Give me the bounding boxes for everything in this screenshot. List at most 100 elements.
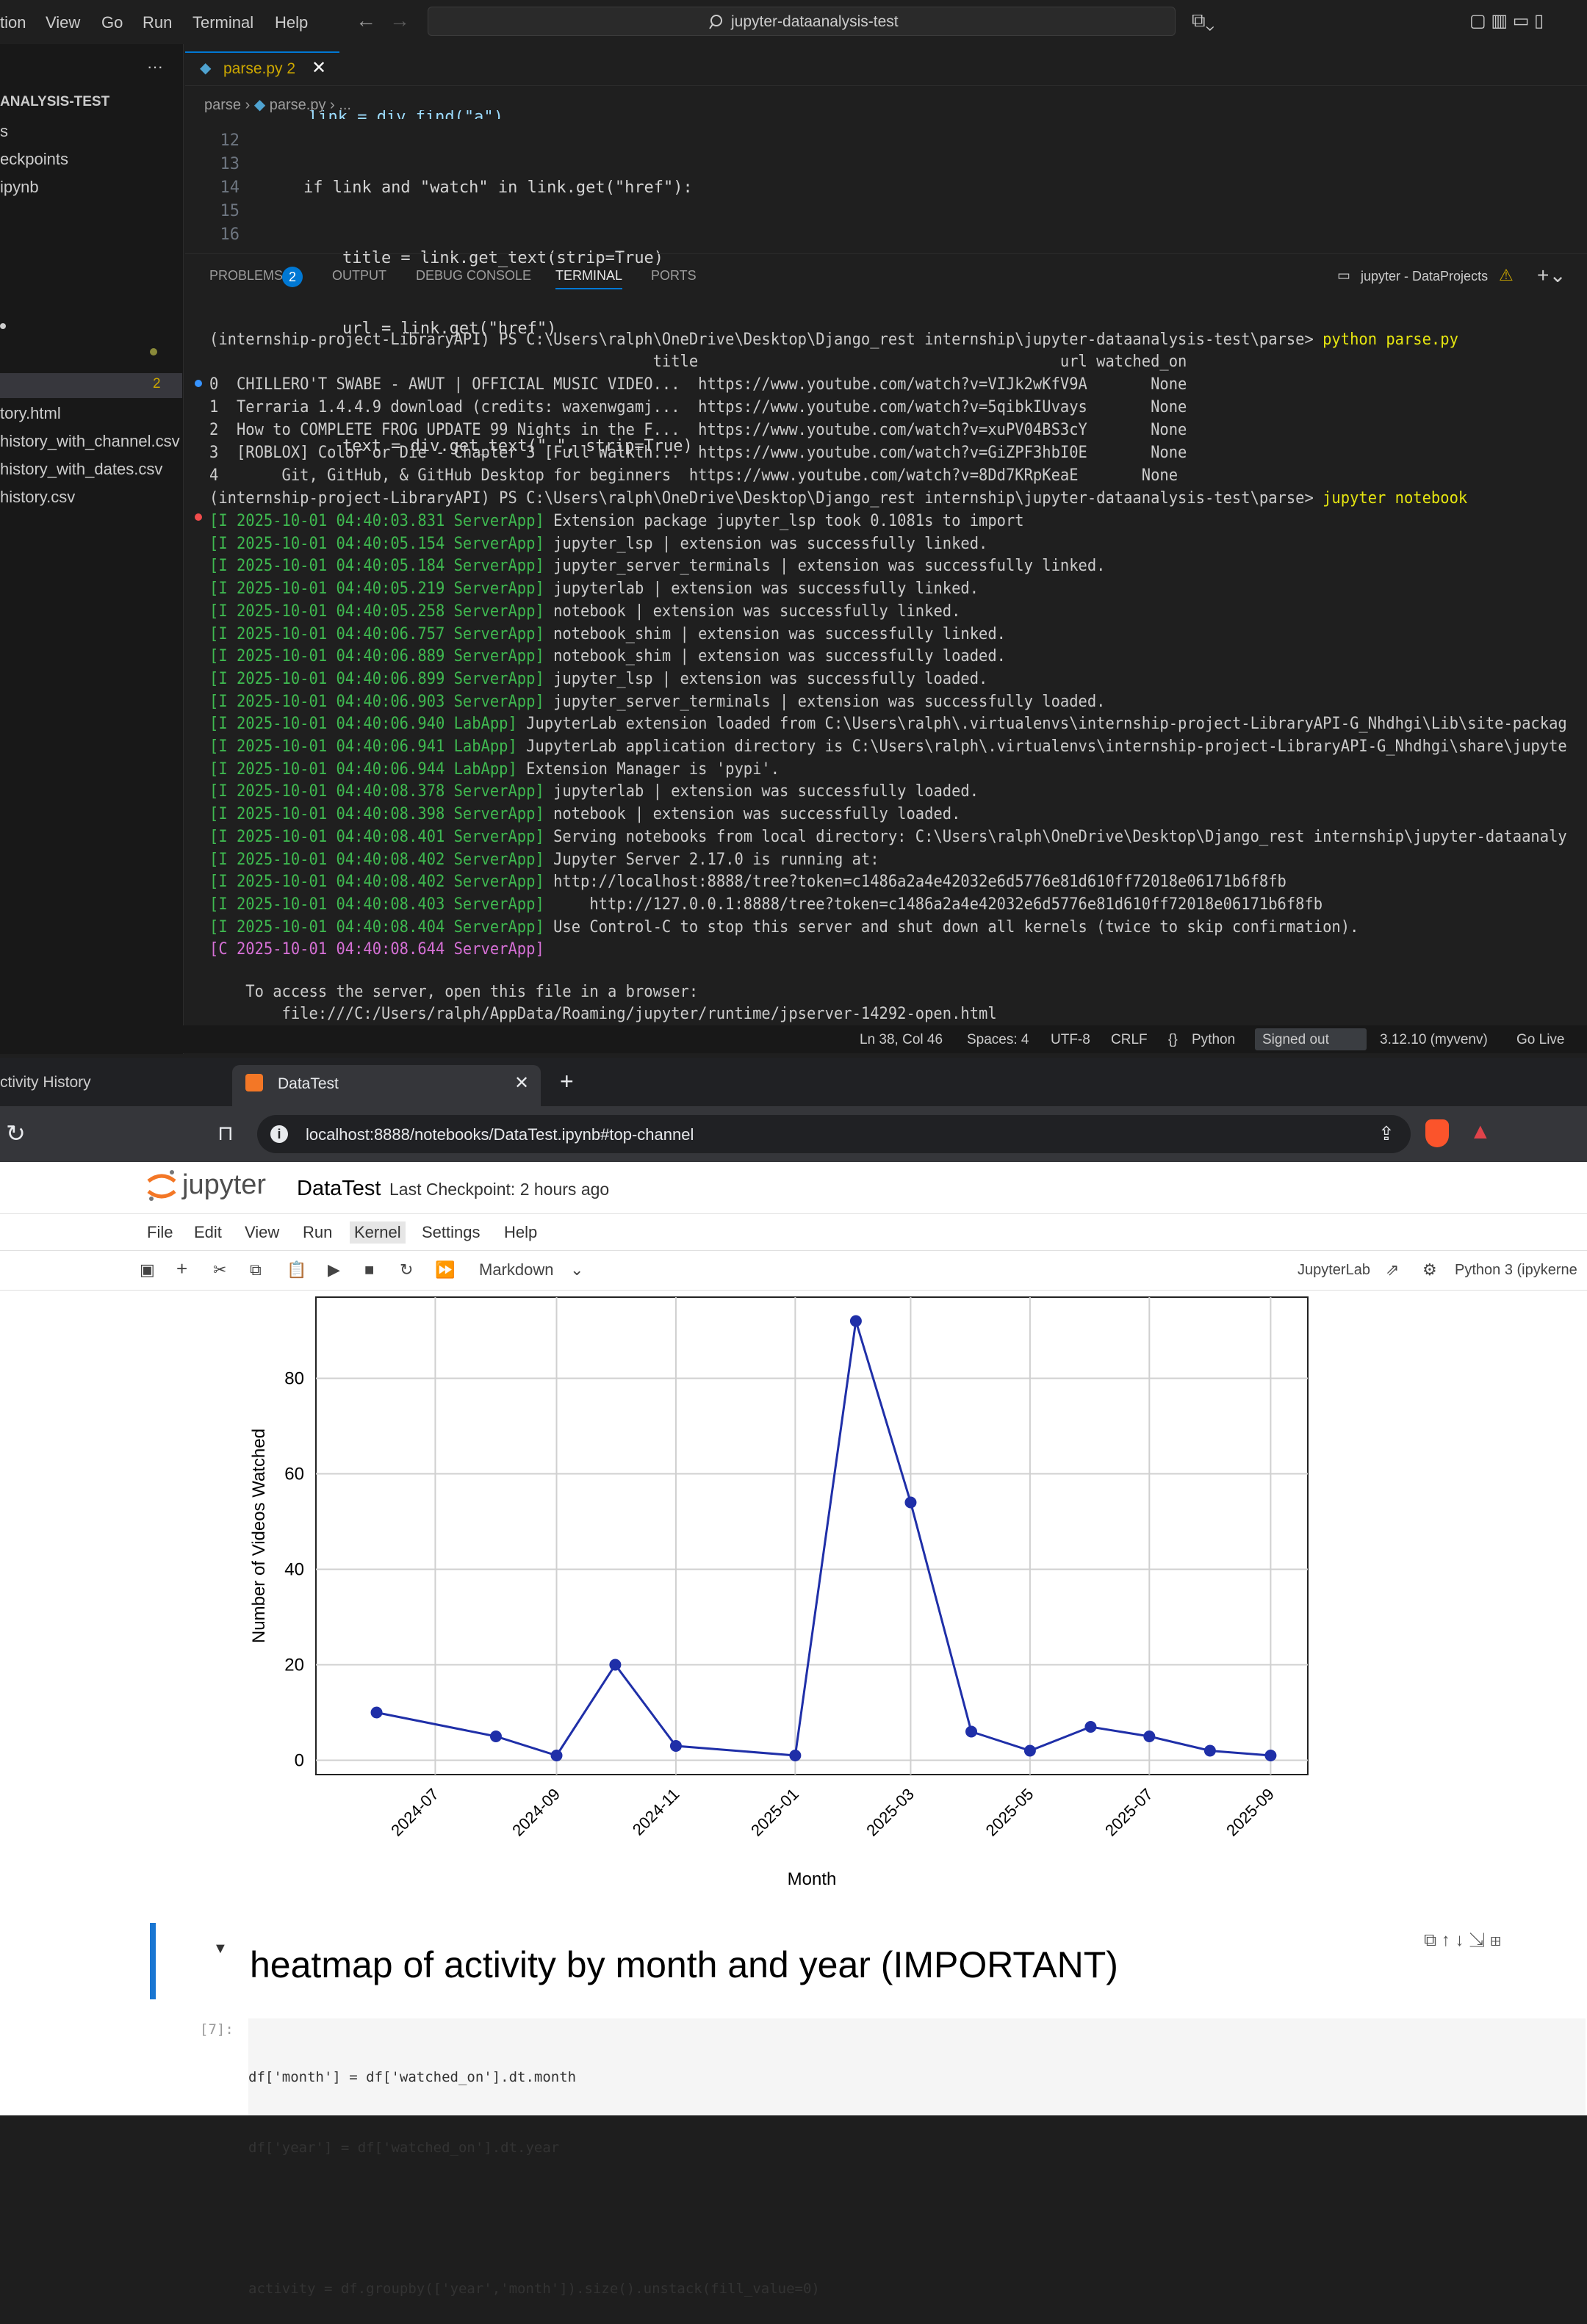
new-terminal-icon[interactable]: +⌄ bbox=[1537, 263, 1566, 287]
copilot-icon[interactable]: ⧉⌄ bbox=[1192, 9, 1214, 32]
insert-cell-icon[interactable]: + bbox=[176, 1257, 187, 1280]
jmenu-run[interactable]: Run bbox=[303, 1223, 332, 1242]
jmenu-edit[interactable]: Edit bbox=[194, 1223, 222, 1242]
plot-frame bbox=[315, 1296, 1309, 1775]
new-tab-icon[interactable]: + bbox=[560, 1068, 574, 1095]
cut-icon[interactable]: ✂ bbox=[213, 1260, 226, 1280]
explorer-item[interactable]: tory.html bbox=[0, 404, 61, 423]
stop-icon[interactable]: ■ bbox=[364, 1260, 374, 1280]
browser-tab-label[interactable]: ctivity History bbox=[0, 1074, 91, 1091]
log-message: Extension Manager is 'pypi'. bbox=[517, 759, 780, 779]
log-message: jupyterlab | extension was successfully … bbox=[544, 580, 979, 599]
tab-problems[interactable]: PROBLEMS bbox=[209, 268, 283, 284]
kernel-name[interactable]: Python 3 (ipykerne bbox=[1455, 1262, 1577, 1279]
status-language[interactable]: Python bbox=[1192, 1032, 1235, 1048]
jupyterlab-link[interactable]: JupyterLab bbox=[1298, 1262, 1370, 1279]
python-file-icon: ◆ bbox=[200, 60, 212, 76]
external-link-icon[interactable]: ⇗ bbox=[1386, 1260, 1399, 1280]
signed-out-badge[interactable]: Signed out bbox=[1255, 1028, 1367, 1050]
status-go-live[interactable]: Go Live bbox=[1516, 1032, 1564, 1048]
notebook-title[interactable]: DataTest bbox=[297, 1177, 381, 1201]
df-row: 1 Terraria 1.4.4.9 download (credits: wa… bbox=[209, 398, 1187, 416]
jmenu-kernel[interactable]: Kernel bbox=[350, 1221, 406, 1244]
brave-shield-icon[interactable] bbox=[1425, 1119, 1449, 1147]
fast-forward-icon[interactable]: ⏩ bbox=[435, 1260, 455, 1280]
jmenu-help[interactable]: Help bbox=[504, 1223, 537, 1242]
save-icon[interactable]: ▣ bbox=[140, 1260, 155, 1280]
menu-terminal[interactable]: Terminal bbox=[192, 13, 253, 32]
data-point bbox=[550, 1750, 563, 1761]
explorer-item[interactable]: eckpoints bbox=[0, 150, 68, 169]
explorer-item[interactable]: history.csv bbox=[0, 488, 75, 507]
log-prefix: [I 2025-10-01 04:40:08.403 ServerApp] bbox=[209, 895, 544, 914]
forward-arrow-icon[interactable]: → bbox=[389, 9, 410, 32]
jmenu-file[interactable]: File bbox=[147, 1223, 173, 1242]
code-cell[interactable]: df['month'] = df['watched_on'].dt.month … bbox=[248, 2018, 1586, 2297]
menu-view[interactable]: View bbox=[46, 13, 80, 32]
menu-go[interactable]: Go bbox=[101, 13, 123, 32]
close-icon[interactable]: ✕ bbox=[312, 57, 326, 79]
log-line: [I 2025-10-01 04:40:06.757 ServerApp] no… bbox=[209, 624, 1006, 646]
tab-output[interactable]: OUTPUT bbox=[332, 268, 386, 284]
back-arrow-icon[interactable]: ← bbox=[356, 9, 376, 32]
df-row: 2 How to COMPLETE FROG UPDATE 99 Nights … bbox=[209, 421, 1187, 439]
collapse-icon[interactable]: ▼ bbox=[213, 1941, 228, 1957]
jmenu-view[interactable]: View bbox=[245, 1223, 279, 1242]
run-icon[interactable]: ▶ bbox=[328, 1260, 340, 1280]
status-indent[interactable]: Spaces: 4 bbox=[967, 1032, 1029, 1048]
status-eol[interactable]: CRLF bbox=[1111, 1032, 1148, 1048]
grid bbox=[316, 1297, 1308, 1775]
explorer-item[interactable]: history_with_dates.csv bbox=[0, 460, 162, 479]
cell-actions[interactable]: ⧉ ↑ ↓ ⇲ ⊞ bbox=[1424, 1930, 1501, 1951]
menu-help[interactable]: Help bbox=[275, 13, 308, 32]
copy-icon[interactable]: ⧉ bbox=[250, 1260, 262, 1280]
site-info-icon[interactable]: i bbox=[270, 1125, 288, 1143]
explorer-root[interactable]: ANALYSIS-TEST bbox=[0, 94, 109, 110]
cell-type-select[interactable]: Markdown bbox=[479, 1260, 553, 1280]
panel-border bbox=[185, 253, 1587, 254]
explorer-item[interactable]: history_with_channel.csv bbox=[0, 432, 180, 451]
reload-icon[interactable]: ↻ bbox=[6, 1119, 26, 1147]
terminal-name[interactable]: jupyter - DataProjects bbox=[1361, 269, 1488, 284]
explorer-item[interactable]: ipynb bbox=[0, 178, 39, 197]
paste-icon[interactable]: 📋 bbox=[287, 1260, 306, 1280]
layout-icons[interactable]: ▢ ▥ ▭ ▯ bbox=[1469, 10, 1544, 32]
code-line: if link and "watch" in link.get("href"): bbox=[264, 178, 693, 197]
status-interpreter[interactable]: 3.12.10 (myvenv) bbox=[1380, 1032, 1488, 1048]
editor-tab-parse[interactable]: ◆ parse.py 2 ✕ bbox=[185, 51, 339, 85]
explorer-item[interactable]: s bbox=[0, 122, 8, 141]
data-point bbox=[1143, 1731, 1156, 1742]
log-line: [I 2025-10-01 04:40:06.941 LabApp] Jupyt… bbox=[209, 736, 1567, 758]
tab-debug-console[interactable]: DEBUG CONSOLE bbox=[416, 268, 531, 284]
log-line: [I 2025-10-01 04:40:05.184 ServerApp] ju… bbox=[209, 555, 1105, 577]
log-prefix: [I 2025-10-01 04:40:08.398 ServerApp] bbox=[209, 805, 544, 824]
close-tab-icon[interactable]: ✕ bbox=[514, 1072, 529, 1094]
log-message: jupyter_server_terminals | extension was… bbox=[544, 692, 1106, 711]
bookmark-icon[interactable]: ⊓ bbox=[217, 1121, 234, 1145]
log-line: [I 2025-10-01 04:40:08.404 ServerApp] Us… bbox=[209, 917, 1359, 939]
data-point bbox=[1203, 1744, 1216, 1757]
markdown-cell[interactable]: heatmap of activity by month and year (I… bbox=[241, 1921, 1586, 2002]
menu-selection[interactable]: tion bbox=[0, 13, 26, 32]
tab-ports[interactable]: PORTS bbox=[651, 268, 697, 284]
restart-icon[interactable]: ↻ bbox=[400, 1260, 413, 1280]
jupyter-wordmark: jupyter bbox=[182, 1169, 267, 1200]
address-bar[interactable]: i localhost:8888/notebooks/DataTest.ipyn… bbox=[257, 1115, 1411, 1153]
chevron-down-icon[interactable]: ⌄ bbox=[570, 1260, 583, 1280]
brave-rewards-icon[interactable]: ▲ bbox=[1469, 1119, 1491, 1144]
status-cursor[interactable]: Ln 38, Col 46 bbox=[860, 1032, 943, 1048]
status-encoding[interactable]: UTF-8 bbox=[1051, 1032, 1090, 1048]
browser-tabstrip: ctivity History DataTest ✕ + bbox=[0, 1058, 1587, 1106]
tab-terminal[interactable]: TERMINAL bbox=[555, 268, 623, 289]
share-icon[interactable]: ⇪ bbox=[1378, 1122, 1395, 1145]
status-bar: Ln 38, Col 46 Spaces: 4 UTF-8 CRLF {} Py… bbox=[0, 1025, 1587, 1053]
jmenu-settings[interactable]: Settings bbox=[422, 1223, 481, 1242]
command: jupyter notebook bbox=[1322, 489, 1468, 508]
more-actions-icon[interactable]: ··· bbox=[147, 57, 163, 76]
command-center[interactable]: jupyter-dataanalysis-test bbox=[428, 7, 1176, 36]
menu-run[interactable]: Run bbox=[143, 13, 172, 32]
explorer-selected-row[interactable]: 2 bbox=[0, 373, 182, 398]
browser-tab-active[interactable]: DataTest ✕ bbox=[232, 1065, 541, 1106]
code-line: df['month'] = df['watched_on'].dt.month bbox=[248, 2069, 577, 2085]
